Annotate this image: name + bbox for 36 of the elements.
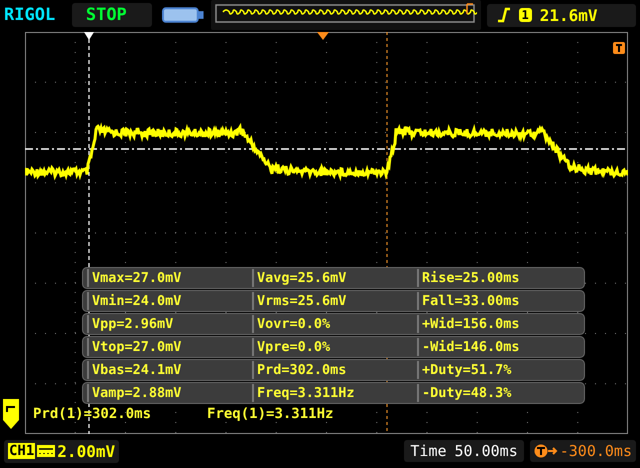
measurement-cell: Vmin=24.0mV (87, 292, 250, 310)
trigger-channel-badge: 1 (518, 8, 532, 22)
rising-edge-icon (496, 7, 511, 23)
measurement-cell: +Wid=156.0ms (417, 315, 580, 333)
trigger-offset-value: -300.0ms (560, 442, 632, 460)
measurement-cell: -Wid=146.0ms (417, 338, 580, 356)
trigger-position-marker-icon (317, 32, 329, 40)
cursor-marker-icon (84, 32, 94, 40)
channel-label: CH1 (8, 443, 36, 459)
time-scale: 50.00ms (454, 442, 518, 460)
time-label: Time (410, 442, 447, 460)
dc-coupling-icon (37, 445, 56, 457)
measurement-cell: Vbas=24.1mV (87, 361, 250, 379)
measurement-cell: Vavg=25.6mV (252, 269, 415, 287)
measurement-cell: +Duty=51.7% (417, 361, 580, 379)
trigger-arrow-icon (534, 444, 558, 458)
trigger-level: 21.6mV (540, 6, 598, 24)
brand-logo: RIGOL (4, 5, 56, 25)
measurement-cell: Vtop=27.0mV (87, 338, 250, 356)
battery-icon (162, 6, 205, 24)
measurement-cell: Prd=302.0ms (252, 361, 415, 379)
run-state-label: STOP (72, 3, 152, 27)
measurement-cell: Vmax=27.0mV (87, 269, 250, 287)
measurement-cell: Vpre=0.0% (252, 338, 415, 356)
measurement-cell: Vamp=2.88mV (87, 384, 250, 402)
vertical-scale: 2.00mV (57, 442, 116, 460)
measurement-cell: Fall=33.00ms (417, 292, 580, 310)
trigger-marker-icon (613, 42, 625, 54)
measurement-cell: Vpp=2.96mV (87, 315, 250, 333)
measurement-cell: Rise=25.00ms (417, 269, 580, 287)
measurement-cell: -Duty=48.3% (417, 384, 580, 402)
measurement-readout: Prd(1)=302.0ms (33, 406, 152, 422)
measurement-cell: Vovr=0.0% (252, 315, 415, 333)
measurement-cell: Vrms=25.6mV (252, 292, 415, 310)
measurement-readout: Freq(1)=3.311Hz (207, 406, 334, 422)
measurement-cell: Freq=3.311Hz (252, 384, 415, 402)
